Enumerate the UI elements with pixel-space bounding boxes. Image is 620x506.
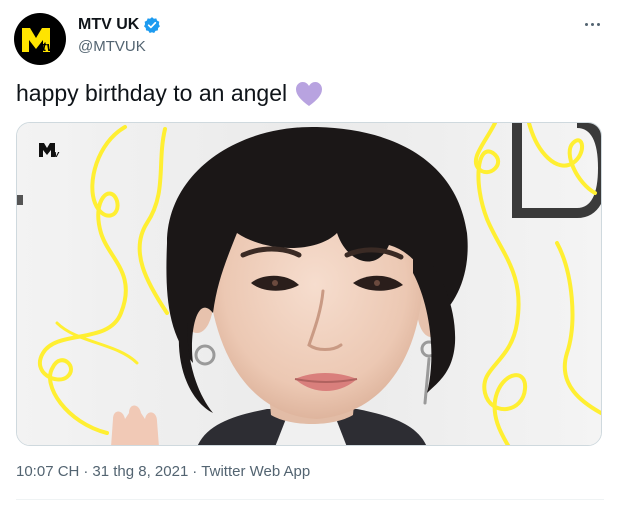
separator: · [192, 463, 198, 480]
more-options-button[interactable] [578, 14, 606, 34]
separator: · [83, 463, 89, 480]
svg-text:tv: tv [42, 39, 54, 54]
mtv-logo-icon: tv [22, 28, 54, 54]
divider [16, 499, 604, 500]
tweet-time[interactable]: 10:07 CH [16, 463, 79, 480]
verified-badge-icon [144, 17, 161, 34]
tweet-card: tv MTV UK @MTVUK happy birthday to an an… [0, 0, 620, 506]
tweet-metadata: 10:07 CH · 31 thg 8, 2021 · Twitter Web … [16, 463, 310, 480]
photo-illustration: tv [17, 123, 601, 445]
more-dot-icon [596, 22, 600, 26]
more-dot-icon [584, 22, 588, 26]
tweet-media-image[interactable]: tv [16, 122, 602, 446]
tweet-date[interactable]: 31 thg 8, 2021 [92, 463, 188, 480]
tweet-text: happy birthday to an angel [16, 80, 323, 107]
display-name[interactable]: MTV UK [78, 16, 139, 34]
svg-text:tv: tv [51, 149, 60, 159]
purple-heart-icon [296, 81, 323, 106]
more-dot-icon [590, 22, 594, 26]
handle[interactable]: @MTVUK [78, 38, 146, 55]
avatar[interactable]: tv [14, 13, 66, 65]
name-row: MTV UK [78, 16, 161, 34]
tweet-body: happy birthday to an angel [16, 80, 288, 106]
tweet-source[interactable]: Twitter Web App [201, 463, 310, 480]
